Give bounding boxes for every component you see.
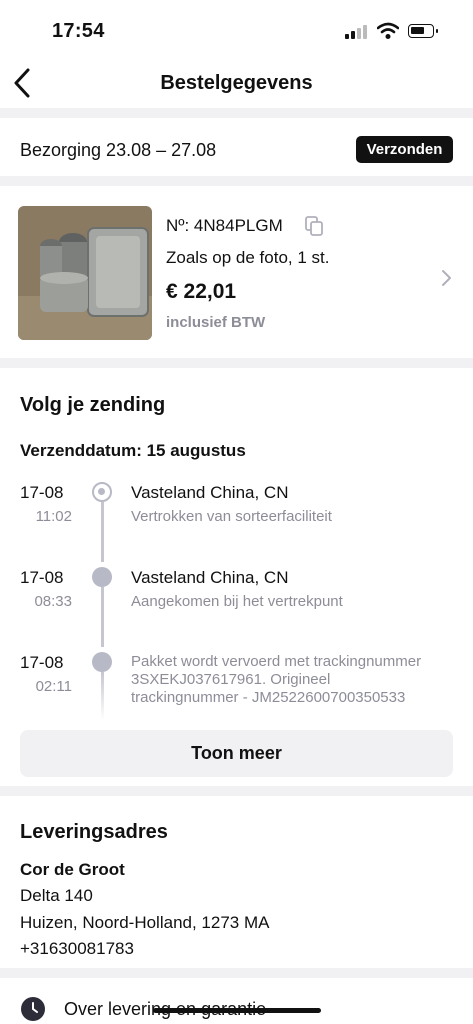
chevron-right-icon[interactable] [440,268,454,288]
clock-icon [21,997,45,1021]
event-time: 02:11 [35,678,72,695]
product-variant: Zoals op de foto, 1 st. [166,248,330,267]
address-title: Leveringsadres [20,821,168,843]
timeline-line [101,672,104,720]
status-time: 17:54 [52,20,105,42]
event-location: Vasteland China, CN [131,568,289,587]
address-street: Delta 140 [20,886,93,905]
wifi-icon [377,22,399,39]
copy-icon[interactable] [305,216,323,236]
timeline-dot [92,567,112,587]
timeline-dot [92,652,112,672]
battery-icon [408,24,438,38]
home-indicator [153,1008,321,1013]
recipient-name: Cor de Groot [20,860,125,879]
product-price: € 22,01 [166,280,237,303]
event-time: 08:33 [34,593,72,610]
event-description: Aangekomen bij het vertrekpunt [131,593,343,610]
event-description-line: trackingnummer - JM2522600700350533 [131,689,406,706]
order-number: Nº: 4N84PLGM [166,216,283,235]
ship-date: Verzenddatum: 15 augustus [20,441,246,460]
show-more-button[interactable]: Toon meer [20,730,453,777]
vat-note: inclusief BTW [166,314,266,331]
product-image[interactable] [18,206,152,340]
status-badge: Verzonden [356,136,453,163]
address-city: Huizen, Noord-Holland, 1273 MA [20,913,270,932]
timeline-dot-current [92,482,112,502]
event-date: 17-08 [20,483,64,502]
timeline-line [101,587,104,647]
event-date: 17-08 [20,568,64,587]
event-description-line: 3SXEKJ037617961. Origineel [131,671,331,688]
event-description-line: Pakket wordt vervoerd met trackingnummer [131,653,422,670]
event-time: 11:02 [35,508,72,525]
event-description: Vertrokken van sorteerfaciliteit [131,508,332,525]
timeline-line [101,502,104,562]
event-location: Vasteland China, CN [131,483,289,502]
signal-icon [345,25,367,39]
recipient-phone: +31630081783 [20,939,134,958]
page-title: Bestelgegevens [160,72,313,94]
tracking-title: Volg je zending [20,394,166,416]
event-date: 17-08 [20,653,64,672]
delivery-window: Bezorging 23.08 – 27.08 [20,140,217,160]
